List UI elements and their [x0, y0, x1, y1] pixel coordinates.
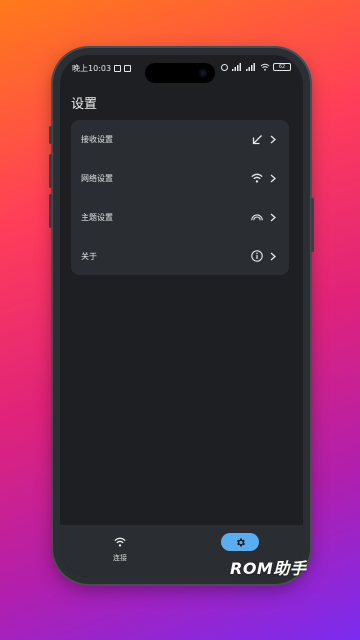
nav-pill: [101, 533, 139, 551]
chevron-right-icon: [269, 212, 277, 222]
nav-pill-active: [221, 533, 259, 551]
battery-icon: 62: [273, 63, 291, 71]
settings-row-network[interactable]: 网络设置: [71, 159, 289, 197]
volume-up-button: [49, 154, 52, 188]
chevron-right-icon: [269, 173, 277, 183]
status-right: 62: [220, 63, 291, 71]
nav-label: 连接: [113, 554, 127, 562]
dynamic-island: [145, 63, 215, 83]
settings-row-label: 关于: [81, 251, 97, 261]
signal-icon: [232, 63, 241, 71]
settings-card: 接收设置 网络设置 主题设置 关于: [71, 120, 289, 275]
gear-icon: [236, 537, 245, 547]
camera-icon: [199, 69, 207, 77]
chevron-right-icon: [269, 251, 277, 261]
signal-icon-2: [246, 63, 255, 71]
power-button: [311, 198, 314, 252]
nav-item-connect[interactable]: 连接: [90, 533, 150, 563]
rainbow-icon: [251, 211, 263, 223]
notification-icon: [114, 65, 122, 72]
settings-row-label: 主题设置: [81, 212, 113, 222]
app-screen: 晚上10:03 62 设置 接收设置 网络设置 主题设置 关于 连接: [60, 55, 303, 577]
nav-item-settings[interactable]: [210, 533, 270, 551]
alarm-icon: [221, 64, 228, 71]
settings-row-about[interactable]: 关于: [71, 237, 289, 275]
watermark: ROM助手: [230, 559, 307, 578]
settings-row-theme[interactable]: 主题设置: [71, 198, 289, 236]
status-time: 晚上10:03: [72, 64, 112, 73]
info-icon: [251, 250, 263, 262]
wifi-icon: [251, 172, 263, 184]
status-left: 晚上10:03: [72, 63, 132, 74]
message-icon: [124, 65, 132, 72]
volume-down-button: [49, 194, 52, 228]
side-button: [49, 126, 52, 144]
phone-frame: 晚上10:03 62 设置 接收设置 网络设置 主题设置 关于 连接: [49, 48, 314, 584]
wifi-icon: [114, 537, 126, 547]
settings-row-label: 网络设置: [81, 173, 113, 183]
settings-row-receive[interactable]: 接收设置: [71, 120, 289, 158]
arrow-down-left-icon: [251, 133, 263, 145]
page-title: 设置: [71, 97, 98, 112]
wifi-status-icon: [260, 63, 270, 71]
settings-row-label: 接收设置: [81, 134, 113, 144]
chevron-right-icon: [269, 134, 277, 144]
